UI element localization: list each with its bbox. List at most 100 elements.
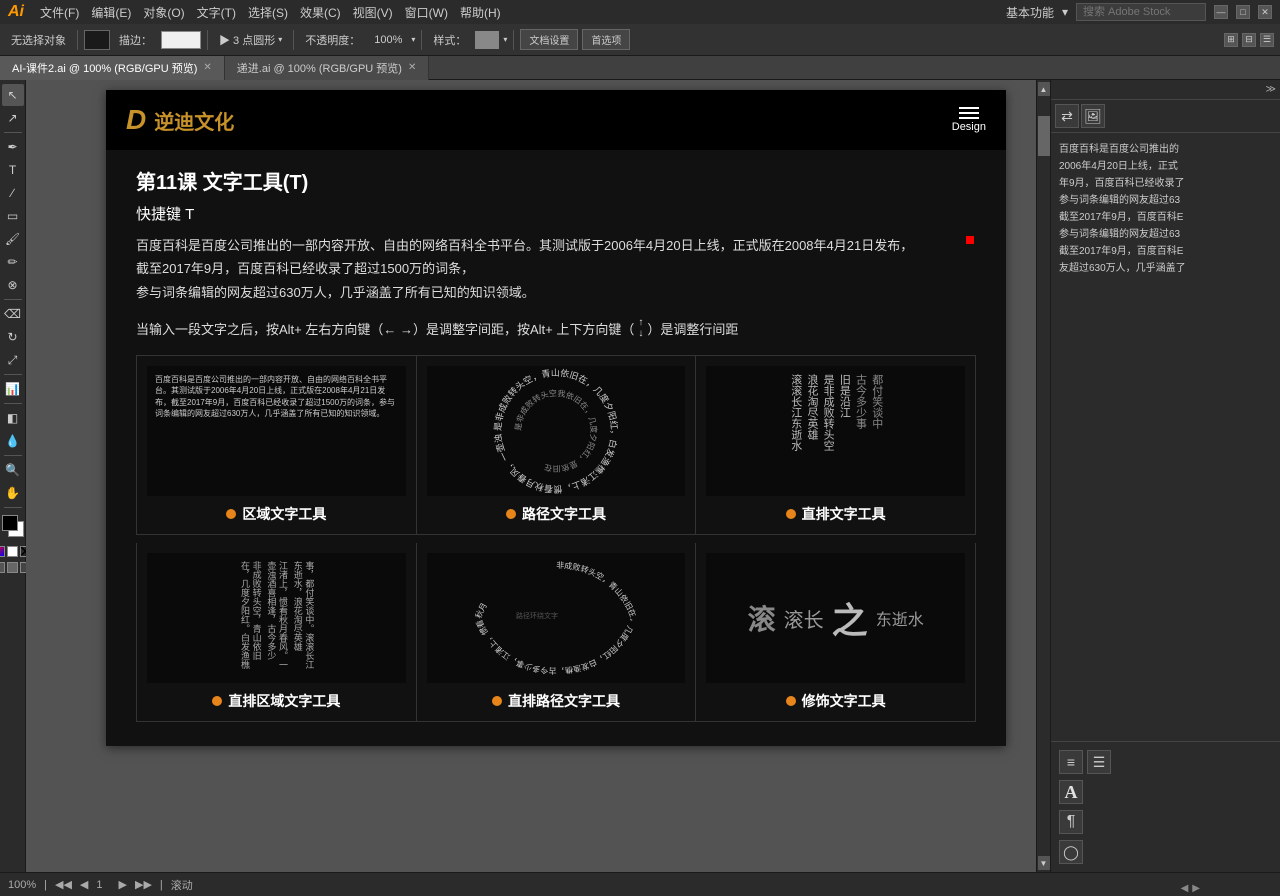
type-large-icon[interactable]: A (1059, 780, 1083, 804)
point-dropdown-icon[interactable]: ▾ (278, 35, 282, 44)
opacity-value[interactable]: 100% (369, 32, 407, 48)
tool-scale[interactable]: ⤢ (2, 349, 24, 371)
menu-window[interactable]: 窗口(W) (405, 4, 448, 21)
point-style[interactable]: ▶ 3 点圆形 ▾ (214, 30, 287, 50)
next-btn[interactable]: ▶ (119, 878, 127, 891)
menu-effect[interactable]: 效果(C) (300, 4, 341, 21)
tab-0-label: AI-课件2.ai @ 100% (RGB/GPU 预览) (12, 60, 197, 76)
toolbar-sep-4 (421, 30, 422, 50)
area-text-label: 区域文字工具 (226, 504, 326, 524)
tab-0-close[interactable]: ✕ (203, 62, 211, 73)
color-mode-color[interactable] (0, 546, 5, 557)
tool-shape[interactable]: ▭ (2, 205, 24, 227)
design-label: Design (952, 121, 986, 133)
stroke-swatch[interactable] (84, 30, 110, 50)
menu-view[interactable]: 视图(V) (353, 4, 393, 21)
tool-rotate[interactable]: ↻ (2, 326, 24, 348)
panel-sync-icon[interactable]: ⇄ (1055, 104, 1079, 128)
layout-icon[interactable]: ☰ (1260, 33, 1274, 47)
zoom-value[interactable]: 100% (8, 879, 36, 891)
color-mode-white[interactable] (7, 546, 18, 557)
logo-d-icon: D (126, 104, 146, 136)
path-text-section: 是非成败转头空，青山依旧在，几度夕阳红，白发渔樵江渚上，惯看秋月春风，一壶浊酒喜… (417, 356, 697, 534)
arrow-down-icon: ↓ (638, 329, 643, 339)
tab-bar: AI-课件2.ai @ 100% (RGB/GPU 预览) ✕ 递进.ai @ … (0, 56, 1280, 80)
tool-pen[interactable]: ✒ (2, 136, 24, 158)
tool-graph[interactable]: 📊 (2, 378, 24, 400)
tool-direct-select[interactable]: ↗ (2, 107, 24, 129)
tool-line[interactable]: ∕ (2, 182, 24, 204)
color-swatch-area (2, 515, 24, 537)
vert-path-text-section: 非成败转头空，青山依旧在，几度夕阳红，白发渔樵，古今多少事，江渚上，惯看秋月 路… (417, 543, 697, 721)
scroll-thumb[interactable] (1038, 116, 1050, 156)
tool-eraser[interactable]: ⌫ (2, 303, 24, 325)
close-button[interactable]: ✕ (1258, 5, 1272, 19)
tool-zoom[interactable]: 🔍 (2, 459, 24, 481)
menu-edit[interactable]: 编辑(E) (91, 4, 131, 21)
menu-file[interactable]: 文件(F) (40, 4, 79, 21)
menu-object[interactable]: 对象(O) (143, 4, 184, 21)
vertical-text-name: 直排文字工具 (802, 504, 886, 524)
opacity-dropdown-icon[interactable]: ▾ (411, 35, 415, 44)
path-text-bullet (506, 509, 516, 519)
vert-col-3: 是非成败转头空 (821, 374, 834, 451)
vert-path-text-demo: 非成败转头空，青山依旧在，几度夕阳红，白发渔樵，古今多少事，江渚上，惯看秋月 路… (427, 553, 686, 683)
workspace-dropdown-icon[interactable]: ▾ (1062, 5, 1068, 19)
style-dropdown-icon[interactable]: ▾ (503, 35, 507, 44)
menu-help[interactable]: 帮助(H) (460, 4, 501, 21)
current-page[interactable]: 1 (96, 879, 102, 891)
menu-text[interactable]: 文字(T) (197, 4, 236, 21)
minimize-button[interactable]: — (1214, 5, 1228, 19)
deco-text-content: 滚 滚长 之 东逝水 (706, 553, 965, 683)
tool-pencil[interactable]: ✏ (2, 251, 24, 273)
scroll-down-btn[interactable]: ▼ (1038, 856, 1050, 870)
vertical-text-label: 直排文字工具 (786, 504, 886, 524)
style-color-box[interactable] (475, 31, 499, 49)
vert-col-6: 都付笑谈中 (870, 374, 883, 429)
fill-color-swatch[interactable] (2, 515, 18, 531)
tab-1-close[interactable]: ✕ (408, 62, 416, 73)
arrange-icon[interactable]: ⊟ (1242, 33, 1256, 47)
preferences-button[interactable]: 首选项 (582, 29, 630, 50)
prev-page-btn[interactable]: ◀◀ (55, 878, 72, 891)
tool-eyedropper[interactable]: 💧 (2, 430, 24, 452)
align-center-icon[interactable]: ☰ (1087, 750, 1111, 774)
panel-image-icon[interactable]: 🖼 (1081, 104, 1105, 128)
scrollbar-vertical[interactable]: ▲ ▼ (1036, 80, 1050, 872)
paragraph-icon[interactable]: ¶ (1059, 810, 1083, 834)
normal-mode-btn[interactable] (0, 562, 5, 573)
workspace-label[interactable]: 基本功能 (1006, 4, 1054, 21)
tool-type[interactable]: T (2, 159, 24, 181)
canvas-area[interactable]: D 逆迪文化 Design 第11课 文字工具(T) 快捷键 T (26, 80, 1050, 872)
prev-btn[interactable]: ◀ (80, 878, 88, 891)
hamburger-icon[interactable] (959, 107, 979, 119)
toolbar-sep-5 (513, 30, 514, 50)
lesson-title: 第11课 文字工具(T) (136, 166, 976, 195)
svg-text:路径环绕文字: 路径环绕文字 (516, 611, 558, 620)
next-page-btn[interactable]: ▶▶ (135, 878, 152, 891)
circle-icon[interactable]: ◯ (1059, 840, 1083, 864)
align-left-icon[interactable]: ≡ (1059, 750, 1083, 774)
path-text-svg: 是非成败转头空，青山依旧在，几度夕阳红，白发渔樵江渚上，惯看秋月春风，一壶浊酒喜… (466, 366, 646, 496)
doc-header: D 逆迪文化 Design (106, 90, 1006, 150)
tool-select[interactable]: ↖ (2, 84, 24, 106)
doc-menu-wrap: Design (952, 107, 986, 133)
tool-hand[interactable]: ✋ (2, 482, 24, 504)
tool-gradient[interactable]: ◧ (2, 407, 24, 429)
menu-select[interactable]: 选择(S) (248, 4, 288, 21)
scroll-up-btn[interactable]: ▲ (1038, 82, 1050, 96)
area-text-section: 百度百科是百度公司推出的一部内容开放、自由的网络百科全书平台。其测试版于2006… (137, 356, 417, 534)
panel-collapse-icon[interactable]: ≫ (1266, 84, 1276, 95)
vert-area-text-bullet (212, 696, 222, 706)
panel-toggle-icon[interactable]: ⊞ (1224, 33, 1238, 47)
stroke-color-box[interactable] (161, 31, 201, 49)
shortcut-line: 快捷键 T (136, 203, 976, 224)
tool-paintbrush[interactable]: 🖌 (2, 228, 24, 250)
doc-settings-button[interactable]: 文档设置 (520, 29, 578, 50)
full-screen-btn[interactable] (7, 562, 18, 573)
search-input[interactable] (1076, 3, 1206, 21)
tab-0[interactable]: AI-课件2.ai @ 100% (RGB/GPU 预览) ✕ (0, 56, 225, 80)
maximize-button[interactable]: □ (1236, 5, 1250, 19)
tab-1[interactable]: 递进.ai @ 100% (RGB/GPU 预览) ✕ (225, 56, 430, 80)
tool-blend[interactable]: ⊗ (2, 274, 24, 296)
